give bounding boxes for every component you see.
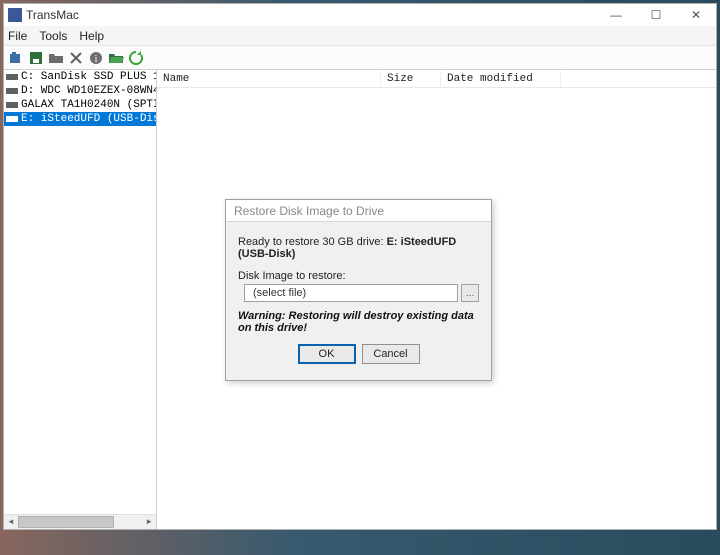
titlebar: TransMac — ☐ ✕ <box>4 4 716 26</box>
drive-icon <box>6 72 18 82</box>
info-icon[interactable]: i <box>88 50 104 66</box>
window-controls: — ☐ ✕ <box>596 4 716 26</box>
folder-open-icon[interactable] <box>108 50 124 66</box>
dialog-title: Restore Disk Image to Drive <box>226 200 491 222</box>
drive-item[interactable]: D: WDC WD10EZEX-08WN4A0 (SAT <box>4 84 156 98</box>
app-icon <box>8 8 22 22</box>
drive-label: D: WDC WD10EZEX-08WN4A0 (SAT <box>21 85 156 97</box>
ok-button[interactable]: OK <box>298 344 356 364</box>
refresh-icon[interactable] <box>128 50 144 66</box>
save-icon[interactable] <box>28 50 44 66</box>
delete-icon[interactable] <box>68 50 84 66</box>
column-size[interactable]: Size <box>381 70 441 87</box>
file-input-value: (select file) <box>253 287 306 299</box>
maximize-button[interactable]: ☐ <box>636 4 676 26</box>
menu-tools[interactable]: Tools <box>39 29 67 43</box>
close-button[interactable]: ✕ <box>676 4 716 26</box>
list-header: Name Size Date modified <box>157 70 716 88</box>
dialog-buttons: OK Cancel <box>238 344 479 374</box>
file-row: (select file) … <box>238 284 479 302</box>
drive-label: GALAX TA1H0240N (SPTI-Disk) <box>21 99 156 111</box>
drive-icon <box>6 114 18 124</box>
window-title: TransMac <box>26 8 596 22</box>
column-name[interactable]: Name <box>157 70 381 87</box>
open-icon[interactable] <box>8 50 24 66</box>
drive-item[interactable]: C: SanDisk SSD PLUS 120 GB ( <box>4 70 156 84</box>
scroll-right-icon[interactable]: ► <box>142 515 156 529</box>
menu-help[interactable]: Help <box>79 29 104 43</box>
cancel-button[interactable]: Cancel <box>362 344 420 364</box>
drive-icon <box>6 86 18 96</box>
scroll-left-icon[interactable]: ◄ <box>4 515 18 529</box>
menu-file[interactable]: File <box>8 29 27 43</box>
tree-hscrollbar[interactable]: ◄ ► <box>4 514 156 529</box>
drive-item[interactable]: GALAX TA1H0240N (SPTI-Disk) <box>4 98 156 112</box>
dialog-ready-text: Ready to restore 30 GB drive: E: iSteedU… <box>238 236 479 260</box>
menubar: File Tools Help <box>4 26 716 46</box>
column-date[interactable]: Date modified <box>441 70 561 87</box>
drive-label: C: SanDisk SSD PLUS 120 GB ( <box>21 71 156 83</box>
file-input[interactable]: (select file) <box>244 284 458 302</box>
folder-icon[interactable] <box>48 50 64 66</box>
drive-item-selected[interactable]: E: iSteedUFD (USB-Disk) <box>4 112 156 126</box>
dialog-warning: Warning: Restoring will destroy existing… <box>238 310 479 334</box>
toolbar: i <box>4 46 716 70</box>
minimize-button[interactable]: — <box>596 4 636 26</box>
restore-dialog: Restore Disk Image to Drive Ready to res… <box>225 199 492 381</box>
drive-label: E: iSteedUFD (USB-Disk) <box>21 113 156 125</box>
drive-icon <box>6 100 18 110</box>
browse-button[interactable]: … <box>461 284 479 302</box>
ready-prefix: Ready to restore 30 GB drive: <box>238 236 387 248</box>
drive-tree-body: C: SanDisk SSD PLUS 120 GB ( D: WDC WD10… <box>4 70 156 514</box>
dialog-body: Ready to restore 30 GB drive: E: iSteedU… <box>226 222 491 380</box>
scroll-thumb[interactable] <box>18 516 114 528</box>
svg-text:i: i <box>95 54 98 65</box>
drive-tree-pane: C: SanDisk SSD PLUS 120 GB ( D: WDC WD10… <box>4 70 157 529</box>
file-label: Disk Image to restore: <box>238 270 479 282</box>
